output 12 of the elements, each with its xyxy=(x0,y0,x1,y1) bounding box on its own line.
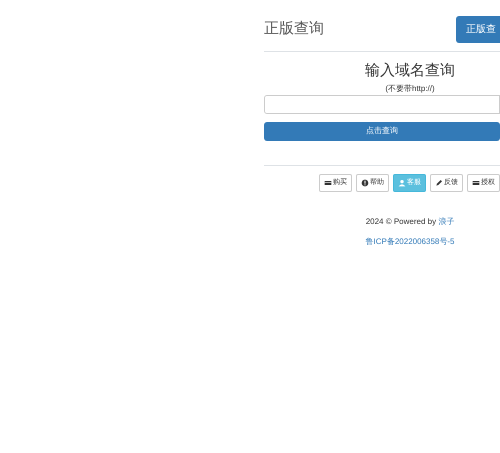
submit-button[interactable]: 点击查询 xyxy=(264,122,500,140)
info-icon xyxy=(361,178,369,187)
pencil-icon xyxy=(435,178,443,187)
domain-input[interactable] xyxy=(264,94,500,114)
header-button[interactable]: 正版查 xyxy=(456,16,500,43)
copyright-text: 2024 © Powered by 浪子 xyxy=(364,216,456,228)
author-link[interactable]: 浪子 xyxy=(438,217,454,226)
hint-text: (不要带http://) xyxy=(384,82,436,94)
query-heading: 输入域名查询 xyxy=(364,61,456,81)
icp-link[interactable]: 鲁ICP备2022006358号-5 xyxy=(366,237,454,246)
page-title: 正版查询 xyxy=(264,19,324,40)
user-icon xyxy=(398,178,406,187)
